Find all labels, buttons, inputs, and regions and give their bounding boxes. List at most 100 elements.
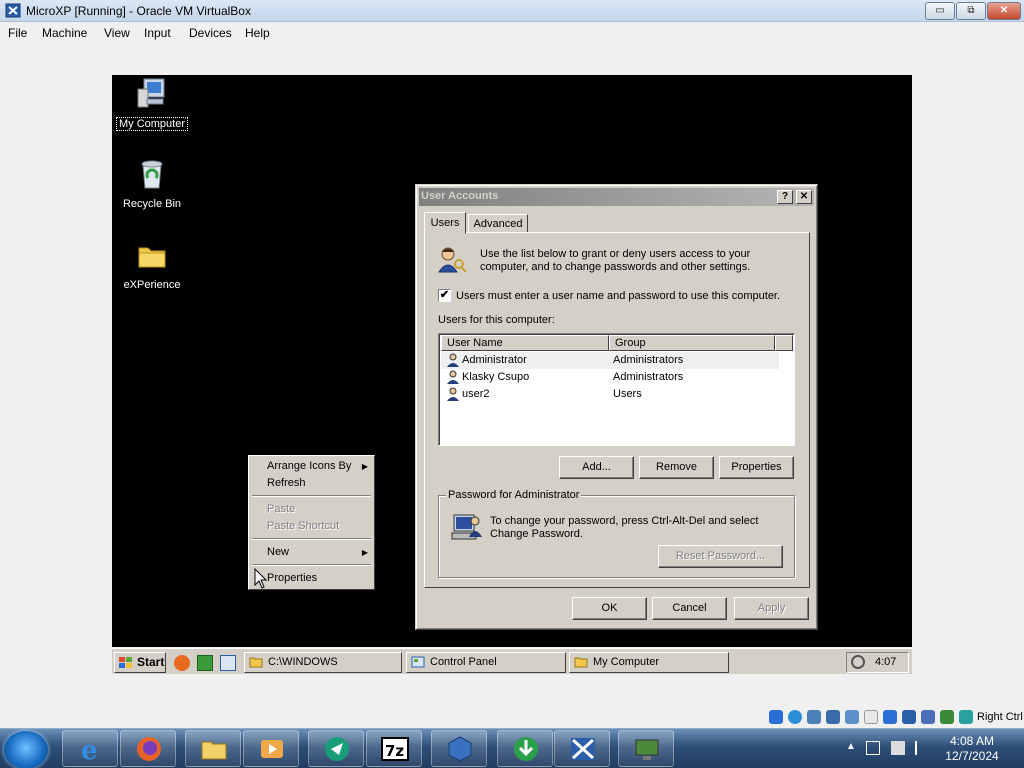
task-label: C:\WINDOWS [268, 656, 338, 668]
taskbar-virtualbox[interactable] [431, 730, 487, 767]
user-group: Administrators [613, 371, 684, 383]
require-login-checkbox[interactable]: ✔ [438, 289, 451, 302]
user-properties-button[interactable]: Properties [719, 456, 794, 479]
menu-help[interactable]: Help [245, 26, 270, 40]
password-hint-line2: Change Password. [490, 528, 583, 540]
dialog-titlebar[interactable]: User Accounts ? ✕ [419, 188, 814, 206]
password-computer-icon [451, 514, 482, 540]
user-name: Administrator [462, 354, 527, 366]
user-row[interactable]: user2 Users [441, 386, 779, 403]
display-status-icon[interactable] [883, 710, 897, 724]
desktop-icon-experience[interactable]: eXPerience [112, 239, 192, 291]
menu-file[interactable]: File [8, 26, 27, 40]
tab-advanced[interactable]: Advanced [468, 214, 528, 233]
taskbar-ie[interactable]: e [62, 730, 118, 767]
svg-text:e: e [81, 736, 98, 763]
apply-button: Apply [734, 597, 809, 620]
user-group: Users [613, 388, 642, 400]
firefox-icon [137, 737, 161, 761]
menu-machine[interactable]: Machine [42, 26, 87, 40]
ctx-properties[interactable]: Properties [267, 572, 317, 584]
mouse-integration-status-icon[interactable] [940, 710, 954, 724]
vt-status-icon[interactable] [921, 710, 935, 724]
menu-input[interactable]: Input [144, 26, 171, 40]
action-center-flag-icon[interactable] [915, 741, 929, 755]
desktop-icon-recycle-bin[interactable]: Recycle Bin [112, 158, 192, 210]
folder-icon [138, 247, 166, 268]
user-row[interactable]: Klasky Csupo Administrators [441, 369, 779, 386]
host-clock[interactable]: 4:08 AM 12/7/2024 [936, 734, 1008, 764]
ctx-arrange-icons[interactable]: Arrange Icons By [267, 460, 351, 472]
user-accounts-icon [438, 247, 467, 273]
hdd-status-icon[interactable] [769, 710, 783, 724]
vm-screen[interactable]: My Computer Recycle Bin eXPerience Arran… [112, 75, 912, 647]
show-hidden-icons-icon[interactable]: ▲ [846, 741, 856, 752]
taskbar-microxp-vm[interactable] [554, 730, 610, 767]
taskbar-monitor-app[interactable] [618, 730, 674, 767]
task-control-panel[interactable]: Control Panel [406, 652, 566, 673]
folder-icon [574, 657, 588, 668]
start-label: Start [137, 655, 165, 669]
desktop-icon-label: eXPerience [123, 279, 181, 291]
optical-status-icon[interactable] [788, 710, 802, 724]
ctx-new[interactable]: New [267, 546, 289, 558]
desktop-icon-label: My Computer [115, 117, 189, 131]
restore-button[interactable]: ⧉ [956, 2, 986, 20]
quicklaunch-arrow-icon[interactable] [197, 655, 213, 671]
recording-status-icon[interactable] [902, 710, 916, 724]
usb-status-icon[interactable] [845, 710, 859, 724]
column-header-user-name[interactable]: User Name [441, 335, 609, 351]
folder-icon [249, 657, 263, 668]
column-header-group[interactable]: Group [609, 335, 775, 351]
computer-icon [137, 78, 165, 108]
keyboard-status-icon[interactable] [959, 710, 973, 724]
taskbar-firefox[interactable] [120, 730, 176, 767]
user-icon [447, 387, 459, 401]
menu-separator [252, 564, 371, 566]
cancel-button[interactable]: Cancel [652, 597, 727, 620]
taskbar-explorer[interactable] [185, 730, 241, 767]
desktop-icon-my-computer[interactable]: My Computer [112, 77, 192, 131]
task-label: Control Panel [430, 656, 497, 668]
mouse-cursor-icon [254, 568, 268, 589]
menu-view[interactable]: View [104, 26, 130, 40]
ctx-refresh[interactable]: Refresh [267, 477, 306, 489]
taskbar-app-green[interactable] [308, 730, 364, 767]
add-user-button[interactable]: Add... [559, 456, 634, 479]
column-header-filler [775, 335, 793, 351]
ctx-paste: Paste [267, 503, 296, 515]
virtualbox-icon [448, 736, 472, 762]
browser-quicklaunch-icon[interactable] [174, 655, 190, 671]
tab-users[interactable]: Users [424, 212, 466, 234]
taskbar-media-player[interactable] [243, 730, 299, 767]
vm-clock: 4:07 [875, 656, 897, 668]
task-my-computer[interactable]: My Computer [569, 652, 729, 673]
shared-folders-status-icon[interactable] [864, 710, 878, 724]
tray-shield-icon[interactable] [851, 655, 865, 669]
ok-button[interactable]: OK [572, 597, 647, 620]
help-button[interactable]: ? [777, 190, 793, 204]
dialog-close-button[interactable]: ✕ [796, 190, 812, 204]
green-app-icon [325, 737, 349, 761]
password-hint-line1: To change your password, press Ctrl-Alt-… [490, 515, 759, 527]
minimize-button[interactable]: ▭ [925, 2, 955, 20]
media-player-icon [261, 740, 283, 758]
password-group-title: Password for Administrator [446, 489, 582, 501]
task-c-windows[interactable]: C:\WINDOWS [244, 652, 402, 673]
menu-separator [252, 495, 371, 497]
close-button[interactable]: ✕ [987, 2, 1021, 20]
start-button[interactable]: Start [114, 652, 166, 673]
network-status-icon[interactable] [826, 710, 840, 724]
menu-devices[interactable]: Devices [189, 26, 232, 40]
volume-muted-icon[interactable] [891, 741, 905, 755]
audio-status-icon[interactable] [807, 710, 821, 724]
network-tray-icon[interactable] [866, 741, 880, 755]
taskbar-download-manager[interactable] [497, 730, 553, 767]
user-row[interactable]: Administrator Administrators [441, 352, 779, 369]
taskbar-7zip[interactable]: 7z [366, 730, 422, 767]
users-list[interactable]: User Name Group Administrator Administra… [438, 333, 795, 446]
require-login-label[interactable]: Users must enter a user name and passwor… [456, 290, 780, 303]
quicklaunch-explorer-icon[interactable] [220, 655, 236, 671]
windows-start-orb[interactable] [4, 731, 48, 768]
remove-user-button[interactable]: Remove [639, 456, 714, 479]
